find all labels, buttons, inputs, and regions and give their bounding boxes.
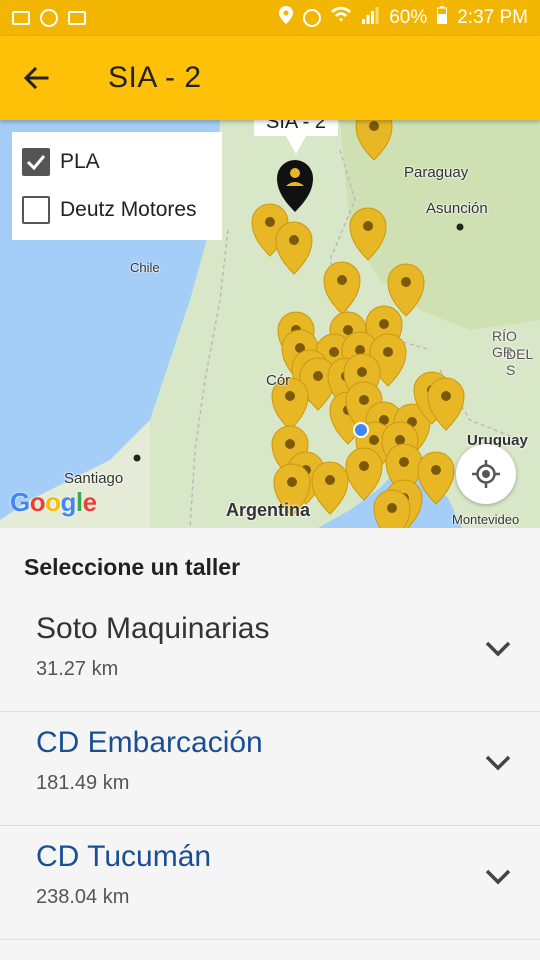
checkbox-pla[interactable]: [22, 148, 50, 176]
google-logo: Google: [10, 487, 97, 517]
crosshair-icon: [472, 460, 500, 488]
list-item[interactable]: CD Embarcación 181.49 km: [0, 712, 540, 826]
page-title: SIA - 2: [108, 61, 202, 94]
status-bar: 60% 2:37 PM: [0, 0, 540, 36]
legend-item-deutz[interactable]: Deutz Motores: [12, 186, 222, 234]
map-label-santiago: Santiago: [64, 470, 124, 487]
map-label-chile: Chile: [130, 260, 160, 275]
map-label-asuncion: Asunción: [426, 200, 488, 217]
workshop-distance: 238.04 km: [36, 886, 130, 908]
workshop-name: CD Embarcación: [36, 726, 263, 759]
arrow-back-icon: [23, 66, 49, 90]
alarm-icon: [303, 9, 322, 27]
workshop-distance: 31.27 km: [36, 658, 119, 680]
map-label-cordoba: Cór: [266, 372, 291, 389]
checkbox-deutz[interactable]: [22, 196, 50, 224]
signal-icon: [361, 6, 379, 30]
map-label-argentina: Argentina: [226, 500, 311, 520]
wifi-icon: [331, 6, 352, 30]
whatsapp-icon: [40, 9, 58, 27]
list-item[interactable]: Soto Maquinarias 31.27 km: [0, 598, 540, 712]
back-button[interactable]: [0, 36, 72, 120]
map-view[interactable]: PLA Deutz Motores SIA - 2 Paraguay Asunc…: [0, 120, 540, 528]
battery-icon: [437, 6, 448, 30]
legend-label-deutz: Deutz Motores: [60, 198, 197, 221]
workshop-name: CD Tucumán: [36, 840, 212, 873]
check-icon: [26, 155, 46, 170]
my-location-button[interactable]: [456, 444, 516, 504]
app-bar: SIA - 2: [0, 36, 540, 120]
voicemail-icon: [68, 11, 86, 25]
legend-label-pla: PLA: [60, 150, 100, 173]
workshop-name: Soto Maquinarias: [36, 612, 270, 645]
map-label-del-sul: DEL S: [506, 346, 533, 378]
clock: 2:37 PM: [457, 7, 528, 28]
map-label-paraguay: Paraguay: [404, 164, 469, 181]
workshop-list: Seleccione un taller Soto Maquinarias 31…: [0, 528, 540, 960]
status-notifications: [12, 9, 86, 27]
list-header: Seleccione un taller: [24, 554, 241, 580]
workshop-distance: 181.49 km: [36, 772, 130, 794]
chevron-down-icon[interactable]: [484, 868, 512, 886]
list-item[interactable]: CD Tucumán 238.04 km: [0, 826, 540, 940]
selected-marker-callout: SIA - 2: [254, 120, 338, 136]
layer-legend: PLA Deutz Motores: [12, 132, 222, 240]
chevron-down-icon[interactable]: [484, 640, 512, 658]
location-icon: [279, 6, 294, 30]
status-system: 60% 2:37 PM: [279, 6, 528, 30]
legend-item-pla[interactable]: PLA: [12, 138, 222, 186]
chevron-down-icon[interactable]: [484, 754, 512, 772]
map-label-montevideo: Montevideo: [452, 512, 520, 527]
battery-percent: 60%: [389, 7, 428, 28]
gallery-icon: [12, 11, 30, 25]
